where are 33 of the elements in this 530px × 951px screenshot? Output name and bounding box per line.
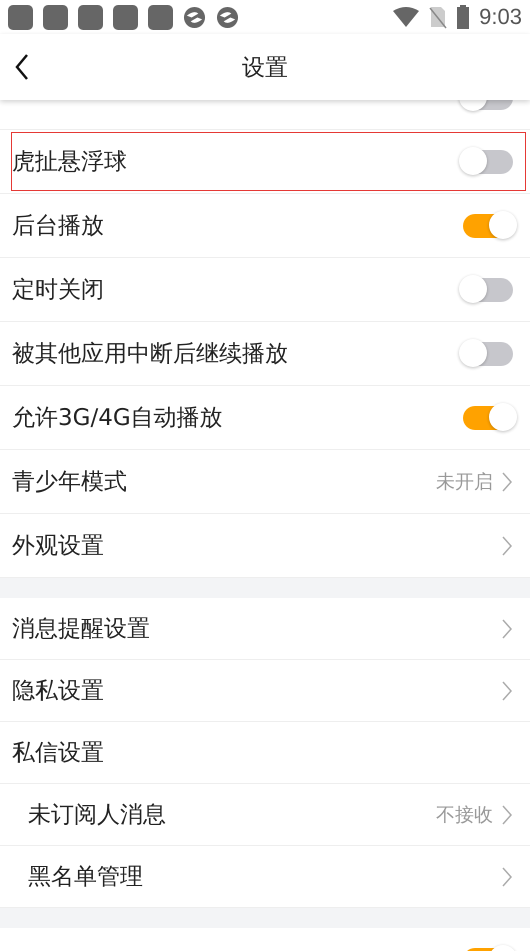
notification-icon [78, 4, 103, 30]
notification-icon [148, 4, 173, 30]
app-logo-icon [216, 6, 239, 28]
notification-icon [8, 4, 33, 30]
setting-label[interactable]: 虎扯悬浮球 [12, 146, 127, 177]
no-sim-icon [429, 5, 448, 29]
chevron-icon [501, 470, 513, 492]
setting-label[interactable]: 隐私设置 [12, 675, 104, 706]
notification-icon [43, 4, 68, 30]
page-title: 设置 [242, 54, 288, 82]
setting-value: 不接收 [436, 802, 493, 828]
setting-label[interactable]: 外观设置 [12, 530, 104, 561]
setting-label[interactable]: 私信设置 [12, 737, 104, 768]
notification-icon [113, 4, 138, 30]
setting-label[interactable]: 允许3G/4G自动播放 [12, 402, 223, 433]
chevron-icon [501, 534, 513, 556]
setting-label[interactable]: 黑名单管理 [28, 861, 143, 892]
chevron-icon [501, 618, 513, 640]
setting-value: 未开启 [436, 470, 493, 494]
setting-label[interactable]: 后台播放 [12, 210, 104, 241]
setting-label[interactable]: 消息提醒设置 [12, 613, 150, 644]
clock: 9:03 [479, 4, 522, 30]
wifi-icon [393, 7, 420, 27]
app-logo-icon [183, 6, 206, 28]
setting-label[interactable]: 定时关闭 [12, 274, 104, 305]
setting-label[interactable]: 被其他应用中断后继续播放 [12, 338, 288, 369]
battery-icon [457, 5, 470, 29]
setting-label[interactable]: 青少年模式 [12, 466, 127, 497]
chevron-icon [501, 866, 513, 888]
chevron-icon [501, 804, 513, 826]
back-icon[interactable] [14, 53, 30, 81]
chevron-icon [501, 680, 513, 702]
setting-label[interactable]: 未订阅人消息 [28, 799, 166, 830]
